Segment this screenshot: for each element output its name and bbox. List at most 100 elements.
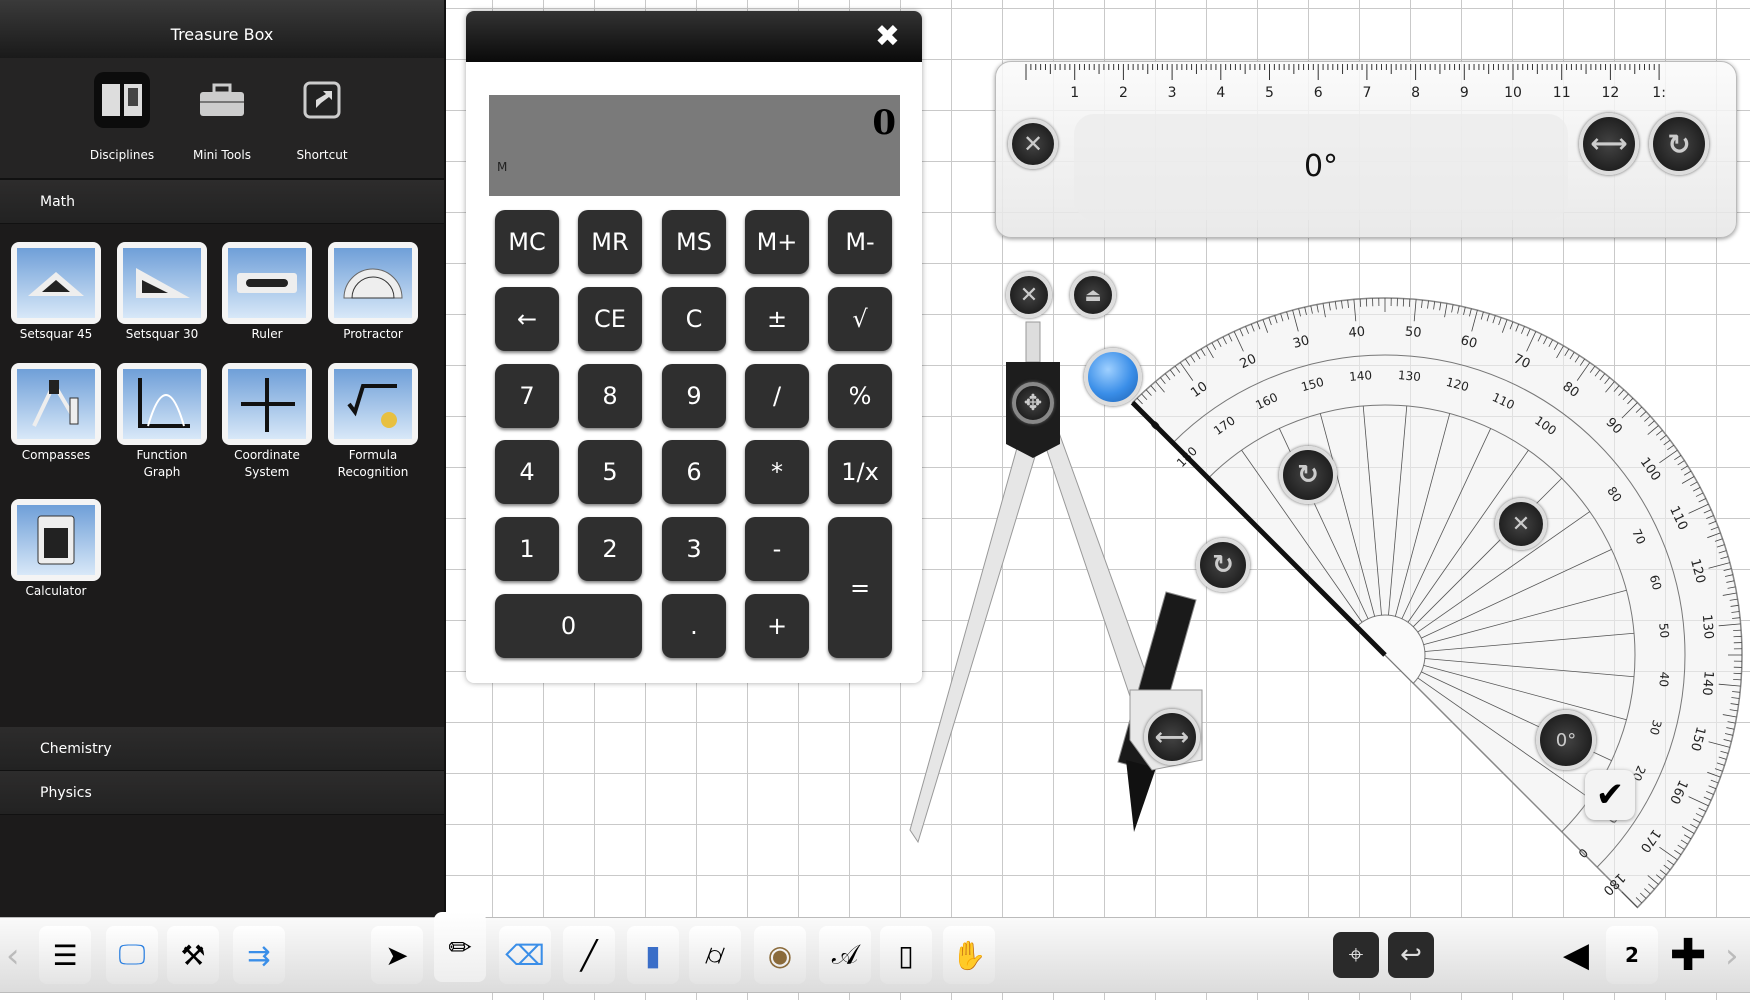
key-3[interactable]: 3 [662, 517, 726, 581]
treasure-box-panel: Treasure Box Disciplines Mini Tools Shor… [0, 0, 446, 920]
key-C[interactable]: C [662, 287, 726, 351]
key-2[interactable]: 2 [578, 517, 642, 581]
pencil-icon[interactable]: ✏ [434, 912, 486, 982]
tool-setsquare-30[interactable]: Setsquar 30 [117, 242, 207, 343]
tool-label: Compasses [21, 448, 91, 462]
key-MR[interactable]: MR [578, 210, 642, 274]
cylinder-icon[interactable]: ⌭ [689, 926, 741, 984]
key-M+[interactable]: M+ [745, 210, 809, 274]
ruler-scale-label: 1: [1652, 85, 1666, 101]
key-7[interactable]: 7 [495, 364, 559, 428]
key-/[interactable]: / [745, 364, 809, 428]
undo-icon[interactable]: ↩ [1388, 932, 1434, 978]
compass-lock-icon[interactable]: ⏏ [1070, 272, 1116, 318]
book-icon [94, 72, 150, 128]
key-8[interactable]: 8 [578, 364, 642, 428]
key-*[interactable]: * [745, 440, 809, 504]
tool-coordinate-system[interactable]: Coordinate System [222, 363, 312, 481]
section-physics[interactable]: Physics [0, 771, 444, 815]
key-9[interactable]: 9 [662, 364, 726, 428]
ruler-tool[interactable]: 1 2 3 4 5 6 7 8 9 10 11 12 1: 0° ✕ ⟷ ↻ [995, 61, 1737, 238]
line-icon[interactable]: ╱ [563, 926, 615, 984]
blue-handle[interactable] [1084, 348, 1142, 406]
tab-disciplines[interactable]: Disciplines [86, 72, 158, 178]
compass-rotate-icon[interactable]: ↻ [1196, 538, 1250, 592]
eraser-icon[interactable]: ⌫ [499, 926, 551, 984]
setsquare-30-icon [123, 248, 201, 318]
key-←[interactable]: ← [495, 287, 559, 351]
key-0[interactable]: 0 [495, 594, 642, 658]
add-page-icon[interactable]: ✚ [1662, 926, 1714, 984]
tools-icon[interactable]: ⚒ [167, 926, 219, 984]
key-5[interactable]: 5 [578, 440, 642, 504]
page-number[interactable]: 2 [1606, 926, 1658, 984]
key-1/x[interactable]: 1/x [828, 440, 892, 504]
section-math[interactable]: Math [0, 180, 444, 224]
screen-icon[interactable]: 🖵 [106, 926, 158, 984]
tool-label: Protractor [343, 327, 403, 341]
calculator-titlebar[interactable]: ✖ [466, 11, 922, 62]
ruler-scale-label: 9 [1460, 85, 1469, 101]
ruler-scale-label: 10 [1504, 85, 1522, 101]
tab-mini-tools[interactable]: Mini Tools [186, 72, 258, 178]
close-icon[interactable]: ✖ [875, 19, 900, 54]
display-value: 0 [872, 103, 896, 143]
key-±[interactable]: ± [745, 287, 809, 351]
toolbar-scroll-right-icon[interactable]: › [1725, 936, 1739, 976]
compass-resize-arrows-icon[interactable]: ⟷ [1144, 709, 1200, 765]
tab-shortcut[interactable]: Shortcut [286, 72, 358, 178]
protractor-rotate-icon[interactable]: ↻ [1279, 446, 1337, 504]
locate-icon[interactable]: ⌖ [1333, 932, 1379, 978]
ruler-scale-label: 1 [1070, 85, 1079, 101]
page-icon[interactable]: ▯ [880, 926, 932, 984]
tool-label: Coordinate System [234, 448, 300, 479]
select-pointer-icon[interactable]: ➤ [371, 926, 423, 984]
tab-label: Shortcut [296, 148, 348, 162]
key-4[interactable]: 4 [495, 440, 559, 504]
confirm-check-icon[interactable]: ✔ [1585, 770, 1635, 820]
calculator-icon [17, 505, 95, 575]
key-%[interactable]: % [828, 364, 892, 428]
rotate-icon[interactable]: ↻ [1649, 113, 1709, 175]
key-M-[interactable]: M- [828, 210, 892, 274]
tool-formula-recognition[interactable]: Formula Recognition [328, 363, 418, 481]
key-CE[interactable]: CE [578, 287, 642, 351]
close-icon[interactable]: ✕ [1008, 119, 1058, 169]
key-MC[interactable]: MC [495, 210, 559, 274]
key-.[interactable]: . [662, 594, 726, 658]
tab-label: Mini Tools [192, 148, 251, 162]
key-1[interactable]: 1 [495, 517, 559, 581]
key-+[interactable]: + [745, 594, 809, 658]
section-chemistry[interactable]: Chemistry [0, 727, 444, 771]
tool-function-graph[interactable]: Function Graph [117, 363, 207, 481]
tool-compasses[interactable]: Compasses [11, 363, 101, 464]
previous-page-icon[interactable]: ◀ [1550, 926, 1602, 984]
handwriting-recognition-icon[interactable]: 𝒜 [819, 926, 871, 984]
key-MS[interactable]: MS [662, 210, 726, 274]
tab-label: Disciplines [89, 148, 155, 162]
resources-icon[interactable]: ⇉ [233, 926, 285, 984]
compass-close-icon[interactable]: ✕ [1006, 272, 1052, 318]
menu-icon[interactable]: ☰ [39, 926, 91, 984]
spotlight-icon[interactable]: ◉ [754, 926, 806, 984]
ruler-scale-label: 7 [1362, 85, 1371, 101]
key--[interactable]: - [745, 517, 809, 581]
rectangle-icon[interactable]: ▮ [627, 926, 679, 984]
panel-title: Treasure Box [0, 0, 444, 58]
toolbar-scroll-left-icon[interactable]: ‹ [6, 936, 20, 976]
tool-ruler[interactable]: Ruler [222, 242, 312, 343]
key-√[interactable]: √ [828, 287, 892, 351]
toolbox-icon [194, 72, 250, 128]
hand-icon[interactable]: ✋ [943, 926, 995, 984]
tool-setsquare-45[interactable]: Setsquar 45 [11, 242, 101, 343]
tool-label: Calculator [25, 584, 87, 598]
flip-arrows-icon[interactable]: ⟷ [1579, 113, 1639, 175]
tool-calculator[interactable]: Calculator [11, 499, 101, 600]
move-icon[interactable]: ✥ [1012, 382, 1054, 424]
tool-protractor[interactable]: Protractor [328, 242, 418, 343]
key-6[interactable]: 6 [662, 440, 726, 504]
key-=[interactable]: = [828, 517, 892, 658]
ruler-scale-label: 4 [1216, 85, 1225, 101]
math-tools-grid: Setsquar 45 Setsquar 30 Ruler Protractor… [0, 224, 444, 727]
protractor-close-icon[interactable]: ✕ [1495, 498, 1547, 550]
